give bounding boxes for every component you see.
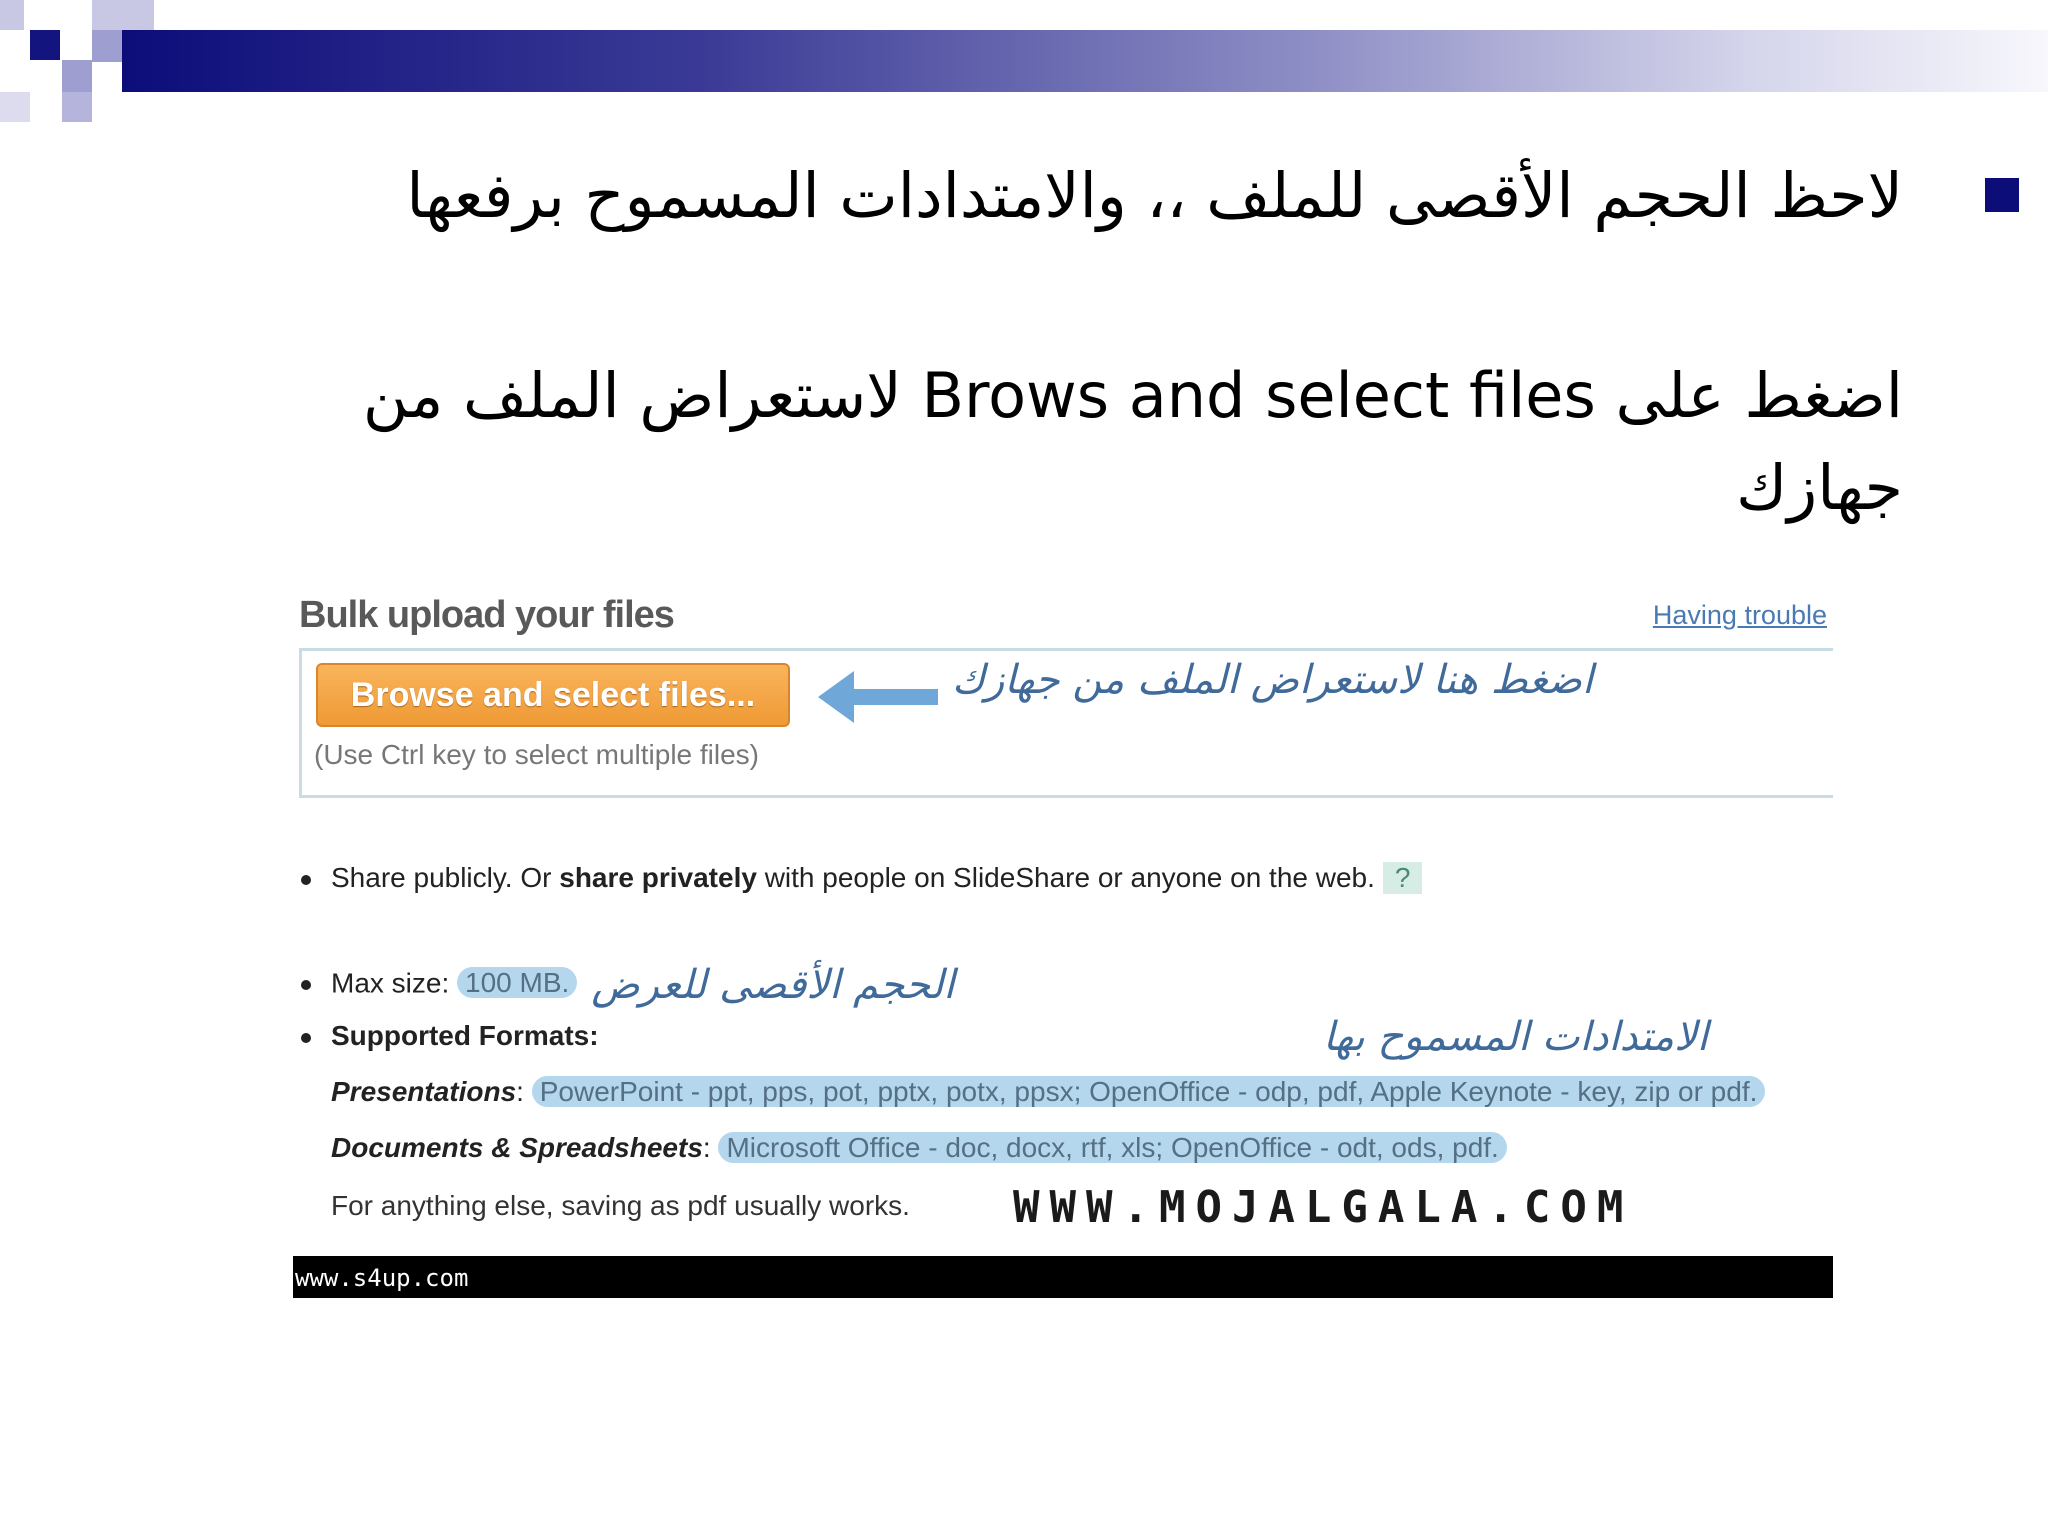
share-text-bold: share privately (559, 862, 757, 893)
header-gradient-band (122, 30, 2048, 92)
bullet-dot-icon (301, 1032, 311, 1043)
deco-square (62, 92, 92, 122)
max-size-label: Max size: (331, 967, 458, 999)
deco-square (0, 92, 30, 122)
ctrl-key-hint: (Use Ctrl key to select multiple files) (314, 739, 760, 770)
max-size-annotation: الحجم الأقصى للعرض (591, 962, 955, 1008)
documents-formats: Microsoft Office - doc, docx, rtf, xls; … (718, 1132, 1507, 1163)
slide-text-line-1: لاحظ الحجم الأقصى للملف ،، والامتدادات ا… (406, 159, 1903, 232)
deco-square (62, 60, 92, 92)
documents-label: Documents & Spreadsheets (331, 1132, 703, 1163)
having-trouble-link[interactable]: Having trouble (1653, 600, 1827, 631)
bullet-dot-icon (301, 874, 311, 885)
presentations-row: Presentations: PowerPoint - ppt, pps, po… (331, 1076, 1766, 1108)
footer-url: www.s4up.com (295, 1264, 469, 1292)
help-badge[interactable]: ? (1382, 862, 1423, 894)
anything-else-note: For anything else, saving as pdf usually… (331, 1190, 910, 1221)
slide-text-line-2: اضغط على Brows and select files لاستعراض… (362, 359, 1903, 524)
max-size-value: 100 MB. (457, 967, 578, 999)
documents-row: Documents & Spreadsheets: Microsoft Offi… (331, 1132, 1507, 1164)
max-size-item: Max size: 100 MB. الحجم الأقصى للعرض (299, 962, 955, 1008)
watermark: WWW.MOJALGALA.COM (1013, 1182, 1634, 1233)
supported-formats-label: Supported Formats: (331, 1020, 599, 1051)
bullet-square-icon (1985, 178, 2019, 212)
upload-box: Browse and select files... اضغط هنا لاست… (299, 648, 1833, 798)
deco-square (0, 0, 24, 30)
supported-formats-item: Supported Formats: (299, 1020, 599, 1052)
browse-and-select-files-button[interactable]: Browse and select files... (316, 663, 790, 727)
share-text-post: with people on SlideShare or anyone on t… (756, 862, 1375, 893)
footer-bar: www.s4up.com (293, 1256, 1833, 1298)
presentations-label: Presentations (331, 1076, 517, 1107)
arrow-left-icon (818, 671, 938, 723)
bullet-dot-icon (301, 980, 311, 990)
deco-square (92, 0, 154, 30)
share-info-item: Share publicly. Or share privately with … (299, 862, 1423, 894)
upload-screenshot: Bulk upload your files Having trouble Br… (293, 578, 1833, 1298)
formats-annotation: الامتدادات المسموح بها (1323, 1014, 1709, 1060)
browse-annotation: اضغط هنا لاستعراض الملف من جهازك (952, 657, 1594, 703)
deco-square (30, 30, 60, 60)
share-text-pre: Share publicly. Or (331, 862, 560, 893)
bulk-upload-title: Bulk upload your files (299, 594, 675, 636)
presentations-formats: PowerPoint - ppt, pps, pot, pptx, potx, … (531, 1076, 1766, 1107)
